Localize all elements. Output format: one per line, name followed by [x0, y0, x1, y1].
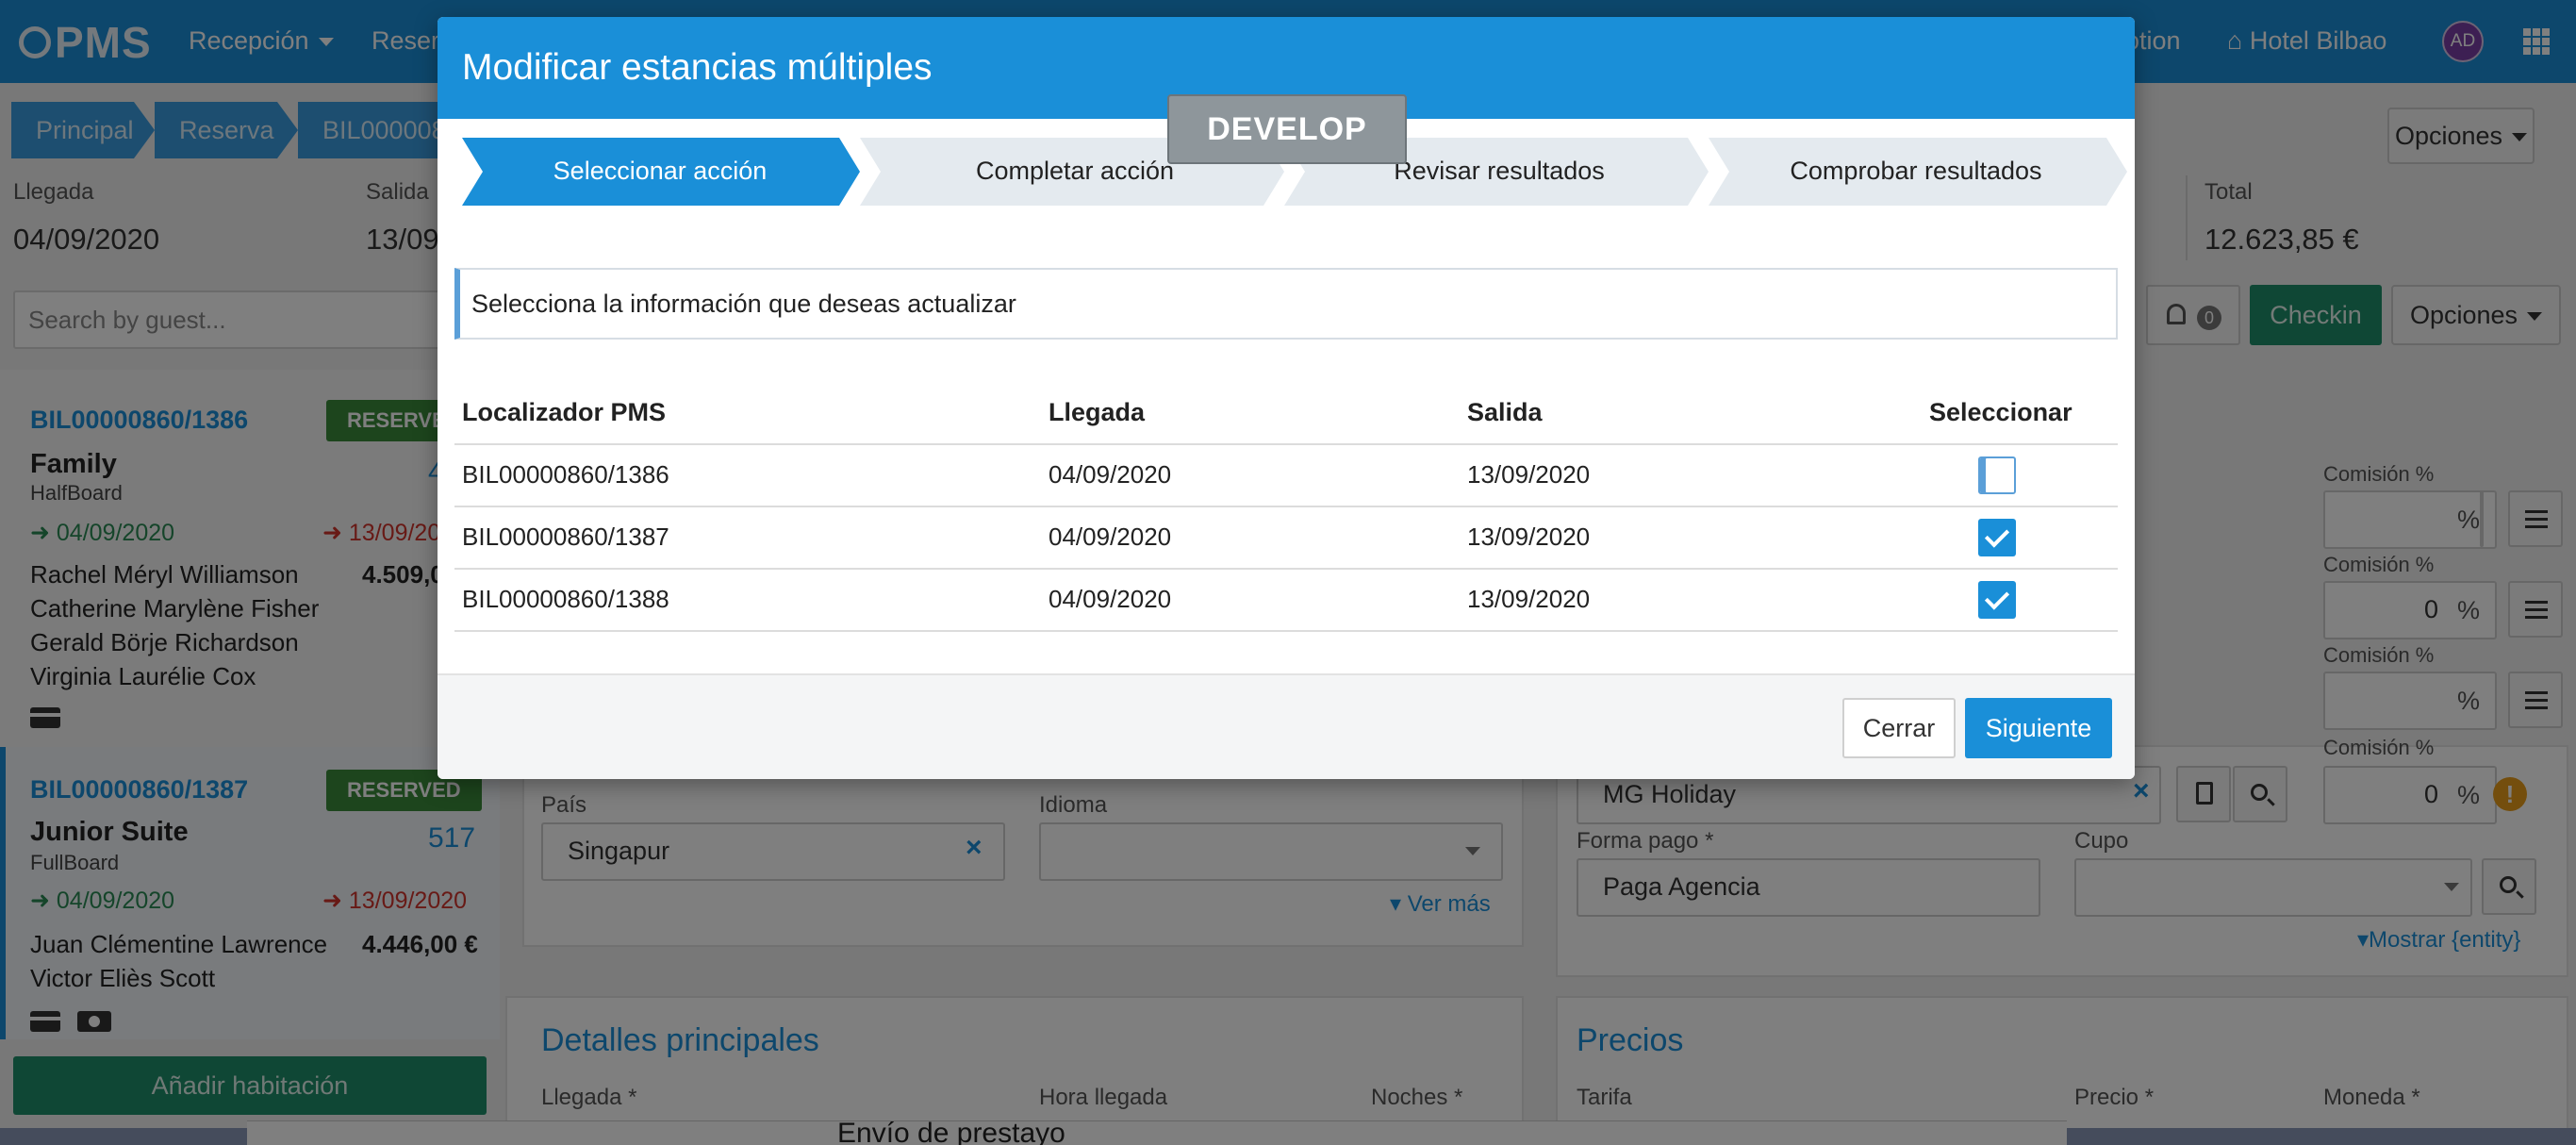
- step-select-action[interactable]: Seleccionar acción: [462, 138, 858, 206]
- row-select-checkbox[interactable]: [1978, 519, 2016, 556]
- col-header-select: Seleccionar: [1929, 398, 2072, 426]
- col-header-departure: Salida: [1467, 398, 1543, 426]
- row-departure: 13/09/2020: [1467, 460, 1591, 489]
- row-locator: BIL00000860/1387: [462, 523, 669, 551]
- develop-env-badge: DEVELOP: [1167, 94, 1407, 164]
- table-divider: [454, 443, 2118, 445]
- row-departure: 13/09/2020: [1467, 585, 1591, 613]
- row-arrival: 04/09/2020: [1049, 460, 1172, 489]
- step-label: Seleccionar acción: [553, 157, 768, 185]
- next-button[interactable]: Siguiente: [1965, 698, 2112, 758]
- row-locator: BIL00000860/1388: [462, 585, 669, 613]
- info-message: Selecciona la información que deseas act…: [454, 268, 2118, 340]
- table-divider: [454, 630, 2118, 632]
- close-button[interactable]: Cerrar: [1842, 698, 1956, 758]
- row-select-checkbox[interactable]: [1978, 456, 2016, 494]
- row-arrival: 04/09/2020: [1049, 585, 1172, 613]
- table-divider: [454, 506, 2118, 507]
- col-header-arrival: Llegada: [1049, 398, 1146, 426]
- row-select-checkbox[interactable]: [1978, 581, 2016, 619]
- row-departure: 13/09/2020: [1467, 523, 1591, 551]
- row-locator: BIL00000860/1386: [462, 460, 669, 489]
- col-header-locator: Localizador PMS: [462, 398, 667, 426]
- step-check-results[interactable]: Comprobar resultados: [1718, 138, 2114, 206]
- step-label: Comprobar resultados: [1790, 157, 2042, 185]
- table-divider: [454, 568, 2118, 570]
- row-arrival: 04/09/2020: [1049, 523, 1172, 551]
